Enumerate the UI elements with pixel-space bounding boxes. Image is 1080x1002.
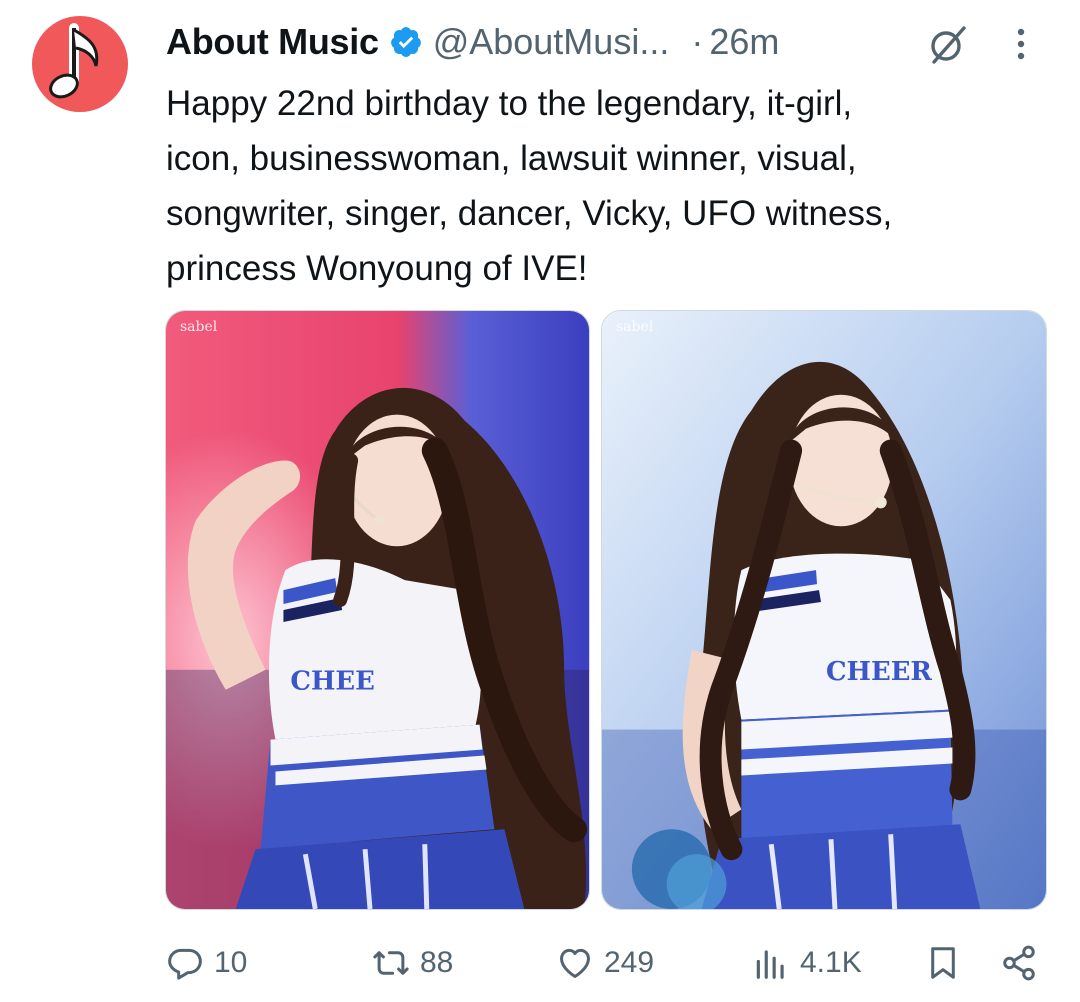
svg-text:CHEER: CHEER bbox=[826, 657, 932, 687]
more-icon[interactable] bbox=[1008, 22, 1034, 66]
bookmark-icon bbox=[931, 947, 955, 979]
tweet-header: About Music @AboutMusi... · 26m bbox=[166, 18, 1046, 66]
music-note-icon bbox=[49, 23, 99, 99]
views-button[interactable]: 4.1K bbox=[752, 940, 862, 986]
like-button[interactable]: 249 bbox=[556, 940, 654, 986]
verified-badge-icon bbox=[390, 27, 421, 57]
repost-count: 88 bbox=[420, 946, 454, 979]
views-count: 4.1K bbox=[800, 946, 862, 979]
reply-icon bbox=[168, 948, 202, 980]
action-bar: 10 88 249 4.1K bbox=[166, 940, 1046, 986]
avatar[interactable] bbox=[32, 16, 128, 112]
timestamp[interactable]: 26m bbox=[709, 21, 779, 63]
photo-performer-2: CHEER bbox=[602, 311, 1046, 909]
tweet-image-1[interactable]: CHEE sabel bbox=[165, 310, 590, 910]
author-name[interactable]: About Music bbox=[166, 21, 379, 63]
tweet[interactable]: About Music @AboutMusi... · 26m Happy 22… bbox=[0, 0, 1080, 1002]
watermark: sabel bbox=[180, 319, 218, 335]
repost-icon bbox=[373, 951, 409, 975]
author-handle[interactable]: @AboutMusi... bbox=[433, 21, 670, 63]
watermark: sabel bbox=[616, 319, 654, 335]
photo-performer-1: CHEE bbox=[166, 311, 589, 909]
like-icon bbox=[560, 948, 590, 978]
tweet-text: Happy 22nd birthday to the legendary, it… bbox=[166, 84, 893, 288]
share-icon bbox=[1003, 945, 1035, 981]
separator-dot: · bbox=[691, 21, 704, 62]
views-icon bbox=[756, 950, 784, 979]
reply-count: 10 bbox=[214, 946, 248, 979]
reply-button[interactable]: 10 bbox=[166, 940, 247, 986]
bookmark-button[interactable] bbox=[924, 940, 962, 986]
share-button[interactable] bbox=[1000, 940, 1038, 986]
like-count: 249 bbox=[604, 946, 655, 979]
tweet-image-2[interactable]: CHEER sabel bbox=[601, 310, 1047, 910]
repost-button[interactable]: 88 bbox=[372, 940, 453, 986]
svg-text:CHEE: CHEE bbox=[290, 667, 374, 697]
grok-icon[interactable] bbox=[926, 22, 970, 66]
